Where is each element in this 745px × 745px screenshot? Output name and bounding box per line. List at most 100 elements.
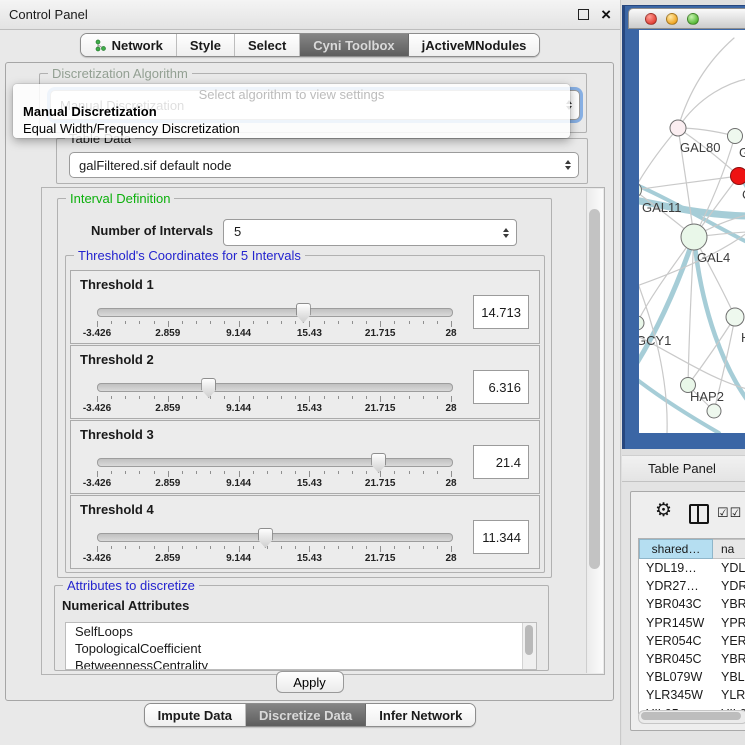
dropdown-placeholder-item[interactable]: Select algorithm to view settings	[13, 87, 570, 103]
table-row[interactable]: YDR27…YDR2	[639, 577, 745, 595]
gear-icon[interactable]: ⚙	[655, 501, 672, 520]
threshold-value-field[interactable]: 6.316	[473, 370, 529, 404]
network-node-gcy1[interactable]	[639, 316, 644, 330]
cell-name[interactable]: YDR2	[713, 579, 745, 593]
cell-shared-name[interactable]: YBR043C	[639, 597, 713, 611]
attribute-list-item[interactable]: TopologicalCoefficient	[66, 640, 536, 657]
dropdown-item-equal-width-frequency[interactable]: Equal Width/Frequency Discretization	[13, 120, 570, 137]
network-edge[interactable]	[678, 78, 745, 128]
slider-thumb[interactable]	[201, 378, 216, 398]
network-node-gal4[interactable]	[681, 224, 707, 250]
network-node-node-red[interactable]	[731, 168, 745, 185]
threshold-panel: Threshold 3-3.4262.8599.14415.4321.71528…	[70, 420, 540, 494]
table-row[interactable]: YPR145WYPR1	[639, 614, 745, 632]
network-edge[interactable]	[639, 237, 694, 375]
cell-shared-name[interactable]: YBL079W	[639, 670, 713, 684]
network-canvas[interactable]: GAL80GACGAL11GAL4GCY1HHAP2	[639, 30, 745, 433]
network-node-node-right-h[interactable]	[726, 308, 744, 326]
numerical-attributes-list[interactable]: SelfLoopsTopologicalCoefficientBetweenne…	[65, 622, 537, 670]
table-row[interactable]: YER054CYER0	[639, 632, 745, 650]
cell-name[interactable]: YER0	[713, 634, 745, 648]
select-checkboxes-icon[interactable]: ☑☑	[717, 505, 742, 521]
settings-vertical-scrollbar[interactable]	[586, 189, 603, 673]
tab-cyni-toolbox[interactable]: Cyni Toolbox	[300, 34, 408, 56]
slider-thumb[interactable]	[371, 453, 386, 473]
table-panel-title: Table Panel	[648, 461, 716, 476]
table-row[interactable]: YBL079WYBL0	[639, 668, 745, 686]
attributes-list-scrollbar-thumb[interactable]	[525, 625, 533, 655]
tab-impute-data-label: Impute Data	[158, 708, 232, 723]
tab-network[interactable]: Network	[81, 34, 177, 56]
network-node-gal80[interactable]	[670, 120, 686, 136]
slider-thumb[interactable]	[258, 528, 273, 548]
network-graph: GAL80GACGAL11GAL4GCY1HHAP2	[639, 30, 745, 433]
table-row[interactable]: YBR045CYBR0	[639, 650, 745, 668]
cell-name[interactable]: YBR0	[713, 597, 745, 611]
table-data-combobox[interactable]: galFiltered.sif default node	[69, 152, 579, 178]
table-rows: YDL19…YDL1YDR27…YDR2YBR043CYBR0YPR145WYP…	[639, 559, 745, 723]
network-node-label: H	[741, 330, 745, 345]
threshold-value-field[interactable]: 14.713	[473, 295, 529, 329]
table-row[interactable]: YLR345WYLR3	[639, 686, 745, 704]
close-icon[interactable]: ×	[601, 6, 611, 23]
network-node-label: GCY1	[639, 333, 671, 348]
network-edge[interactable]	[639, 128, 678, 190]
mac-minimize-button[interactable]	[666, 13, 678, 25]
cell-shared-name[interactable]: YDR27…	[639, 579, 713, 593]
tab-select[interactable]: Select	[235, 34, 300, 56]
settings-vertical-scrollbar-thumb[interactable]	[589, 209, 600, 569]
threshold-value-field[interactable]: 11.344	[473, 520, 529, 554]
slider-track[interactable]	[97, 308, 453, 317]
threshold-label: Threshold 2	[80, 352, 154, 367]
table-row[interactable]: YDL19…YDL1	[639, 559, 745, 577]
slider-ticks	[97, 396, 451, 403]
tab-impute-data[interactable]: Impute Data	[145, 704, 246, 726]
attribute-list-item[interactable]: SelfLoops	[66, 623, 536, 640]
cell-shared-name[interactable]: YLR345W	[639, 688, 713, 702]
slider-thumb[interactable]	[296, 303, 311, 323]
tab-style[interactable]: Style	[177, 34, 235, 56]
cell-name[interactable]: YDL1	[713, 561, 745, 575]
cell-shared-name[interactable]: YDL19…	[639, 561, 713, 575]
network-node-node-top-right[interactable]	[728, 129, 743, 144]
column-header-shared-name[interactable]: shared…	[639, 539, 713, 559]
network-node-label: HAP2	[690, 389, 724, 404]
network-window-titlebar[interactable]	[628, 8, 745, 29]
attribute-list-item[interactable]: BetweennessCentrality	[66, 657, 536, 670]
cell-shared-name[interactable]: YER054C	[639, 634, 713, 648]
cell-name[interactable]: YLR3	[713, 688, 745, 702]
number-of-intervals-spinner[interactable]: 5	[223, 219, 517, 246]
float-window-icon[interactable]	[578, 9, 589, 20]
cell-shared-name[interactable]: YBR045C	[639, 652, 713, 666]
table-horizontal-scrollbar-thumb[interactable]	[641, 712, 741, 720]
tab-discretize-data[interactable]: Discretize Data	[246, 704, 366, 726]
mac-close-button[interactable]	[645, 13, 657, 25]
network-edge[interactable]	[678, 128, 735, 136]
discretization-algorithm-group-label: Discretization Algorithm	[48, 66, 192, 81]
network-edge[interactable]	[688, 237, 694, 385]
dropdown-item-manual-discretization[interactable]: Manual Discretization	[13, 103, 570, 120]
network-edge[interactable]	[639, 176, 739, 190]
cell-name[interactable]: YBR0	[713, 652, 745, 666]
table-horizontal-scrollbar[interactable]	[638, 710, 745, 724]
slider-track[interactable]	[97, 383, 453, 392]
table-panel: ⚙ ☑☑ shared… na YDL19…YDL1YDR27…YDR2YBR0…	[622, 482, 745, 745]
numerical-attributes-heading: Numerical Attributes	[62, 598, 189, 613]
cell-name[interactable]: YPR1	[713, 616, 745, 630]
apply-button[interactable]: Apply	[276, 671, 344, 693]
slider-track[interactable]	[97, 458, 453, 467]
network-edge[interactable]	[678, 38, 734, 128]
mac-zoom-button[interactable]	[687, 13, 699, 25]
cell-shared-name[interactable]: YPR145W	[639, 616, 713, 630]
column-header-name[interactable]: na	[713, 539, 745, 559]
slider-tick-labels: -3.4262.8599.14415.4321.71528	[97, 553, 451, 564]
network-node-node-bottom[interactable]	[707, 404, 721, 418]
slider-track[interactable]	[97, 533, 453, 542]
cell-name[interactable]: YBL0	[713, 670, 745, 684]
tab-infer-network[interactable]: Infer Network	[366, 704, 475, 726]
threshold-value-field[interactable]: 21.4	[473, 445, 529, 479]
columns-icon[interactable]	[689, 504, 709, 524]
table-row[interactable]: YBR043CYBR0	[639, 595, 745, 613]
attributes-list-scrollbar[interactable]	[522, 623, 536, 669]
tab-jactivemnodules[interactable]: jActiveMNodules	[409, 34, 540, 56]
